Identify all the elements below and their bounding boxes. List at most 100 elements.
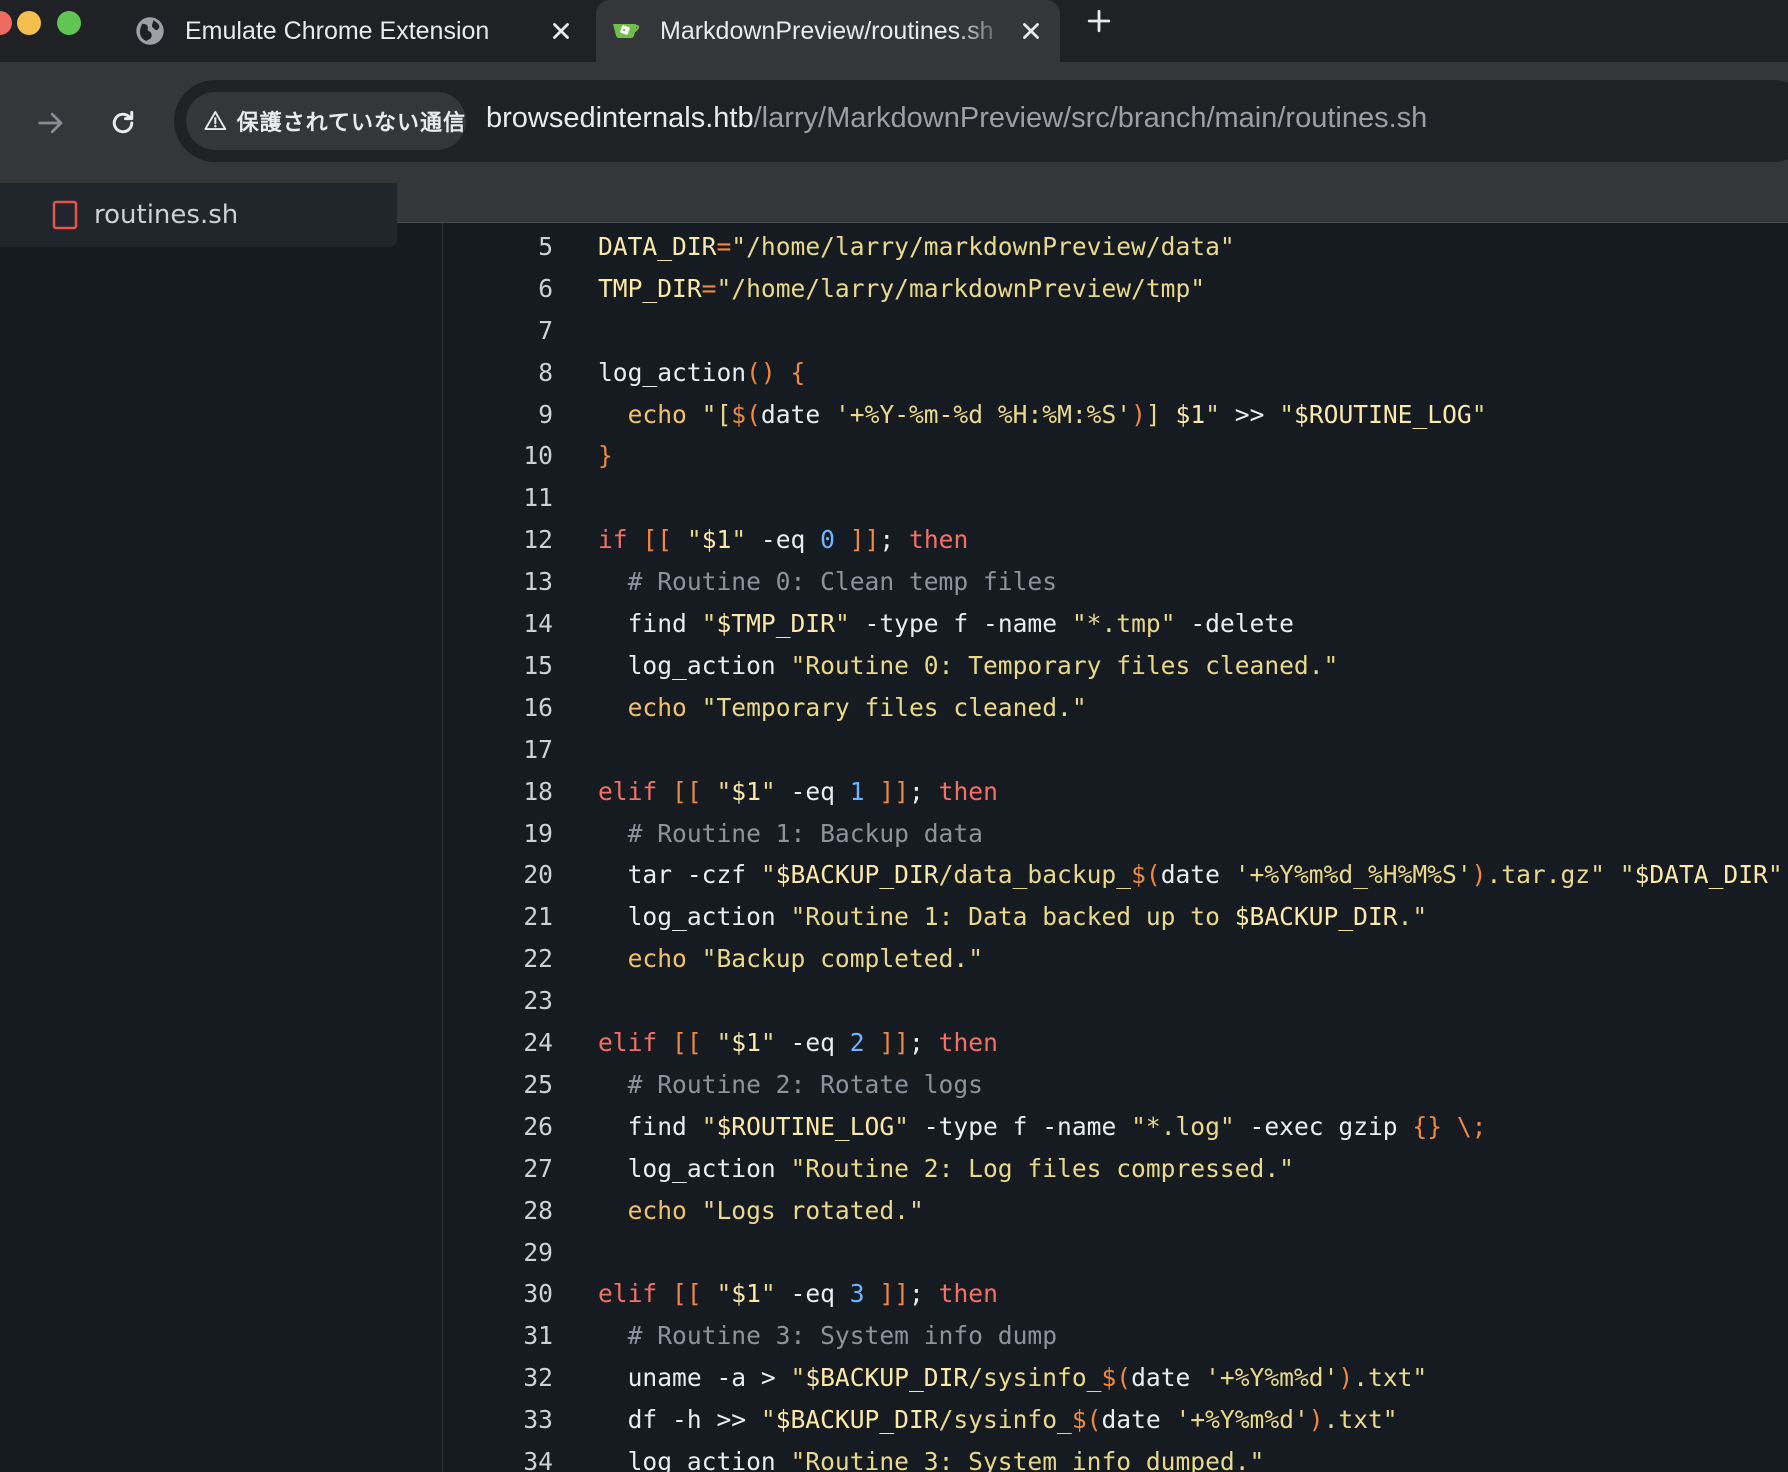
close-icon[interactable] xyxy=(548,18,574,44)
window-close-button[interactable] xyxy=(0,11,12,35)
new-tab-icon[interactable] xyxy=(1086,8,1112,34)
code-text: elif [[ "$1" -eq 3 ]]; then xyxy=(598,1274,998,1314)
code-token: ]] xyxy=(879,776,910,806)
code-token: >> xyxy=(1219,399,1280,429)
code-token: = xyxy=(716,231,732,261)
line-number[interactable]: 22 xyxy=(443,939,553,979)
line-number[interactable]: 23 xyxy=(443,981,553,1021)
line-number[interactable]: 21 xyxy=(443,897,553,937)
code-token: echo xyxy=(627,692,687,722)
line-number[interactable]: 33 xyxy=(443,1400,553,1440)
line-number[interactable]: 7 xyxy=(443,311,553,351)
address-bar[interactable]: 保護されていない通信 browsedinternals.htb/larry/Ma… xyxy=(174,80,1788,162)
url-text[interactable]: browsedinternals.htb/larry/MarkdownPrevi… xyxy=(486,102,1427,135)
tab-routines-sh[interactable]: MarkdownPreview/routines.sh xyxy=(596,0,1060,62)
window-zoom-button[interactable] xyxy=(57,11,81,35)
line-number[interactable]: 15 xyxy=(443,646,553,686)
code-token: -eq xyxy=(746,525,821,555)
code-token: then xyxy=(938,1279,998,1309)
line-number[interactable]: 14 xyxy=(443,604,553,644)
code-token: -delete xyxy=(1175,609,1294,638)
code-view: BACKUP_DIR="/home/larry/markdownPreview/… xyxy=(443,223,1788,1472)
line-number[interactable]: 18 xyxy=(443,772,553,812)
code-line: 30 elif [[ "$1" -eq 3 ]]; then xyxy=(443,1274,1788,1314)
code-text: # Routine 3: System info dump xyxy=(598,1316,1057,1356)
code-token: $BACKUP_DIR xyxy=(1234,902,1398,932)
close-icon[interactable] xyxy=(1018,18,1044,44)
line-number[interactable]: 10 xyxy=(443,436,553,476)
line-number[interactable]: 8 xyxy=(443,353,553,393)
line-number[interactable]: 25 xyxy=(443,1065,553,1105)
code-line: 16 echo "Temporary files cleaned." xyxy=(443,688,1788,728)
forward-arrow-icon[interactable] xyxy=(36,108,66,138)
line-number[interactable]: 34 xyxy=(443,1442,553,1472)
code-token: $DATA_DIR xyxy=(1634,860,1768,890)
code-text: echo "Logs rotated." xyxy=(598,1191,924,1231)
code-token: ] xyxy=(1145,399,1176,429)
line-number[interactable]: 29 xyxy=(443,1233,553,1273)
code-line: 18 elif [[ "$1" -eq 1 ]]; then xyxy=(443,772,1788,812)
code-line: 19 # Routine 1: Backup data xyxy=(443,814,1788,854)
code-line: 12 if [[ "$1" -eq 0 ]]; then xyxy=(443,520,1788,560)
code-token: $( xyxy=(1071,1405,1102,1435)
line-number[interactable]: 28 xyxy=(443,1191,553,1231)
code-token: "[ xyxy=(701,399,732,429)
line-number[interactable]: 20 xyxy=(443,855,553,895)
code-line: 13 # Routine 0: Clean temp files xyxy=(443,562,1788,602)
code-token: " xyxy=(686,525,702,555)
line-number[interactable]: 13 xyxy=(443,562,553,602)
code-text: df -h >> "$BACKUP_DIR/sysinfo_$(date '+%… xyxy=(598,1400,1398,1440)
code-token: date xyxy=(1101,1405,1161,1435)
code-token: then xyxy=(909,525,969,555)
code-token: -exec gzip xyxy=(1234,1111,1413,1141)
line-number[interactable]: 5 xyxy=(443,227,553,267)
code-token: " xyxy=(731,525,747,555)
code-line: 6 TMP_DIR="/home/larry/markdownPreview/tm… xyxy=(443,269,1788,309)
code-token: $1 xyxy=(731,776,761,806)
code-token: df -h >> xyxy=(598,1405,761,1435)
url-host: browsedinternals.htb xyxy=(486,102,754,134)
reload-icon[interactable] xyxy=(108,108,138,138)
code-token: log_action xyxy=(598,1153,791,1183)
code-line: 24 elif [[ "$1" -eq 2 ]]; then xyxy=(443,1023,1788,1063)
code-token: [[ xyxy=(672,776,702,806)
code-token: -eq xyxy=(775,1028,850,1057)
line-number[interactable]: 11 xyxy=(443,478,553,518)
line-number[interactable]: 16 xyxy=(443,688,553,728)
security-chip[interactable]: 保護されていない通信 xyxy=(186,92,466,150)
code-token: 1 xyxy=(849,776,865,806)
code-token: {} xyxy=(1412,1111,1443,1141)
code-token: tar -czf xyxy=(598,860,761,890)
line-number[interactable]: 30 xyxy=(443,1274,553,1314)
line-number[interactable]: 31 xyxy=(443,1316,553,1356)
line-number[interactable]: 6 xyxy=(443,269,553,309)
code-token: "Routine 1: Data backed up to xyxy=(790,902,1235,932)
tab-emulate-chrome-extension[interactable]: Emulate Chrome Extension xyxy=(120,0,590,62)
line-number[interactable]: 9 xyxy=(443,395,553,435)
file-tree-item-routines-sh[interactable]: routines.sh xyxy=(0,183,397,247)
code-token: $TMP_DIR xyxy=(716,609,835,638)
code-token: "Backup completed." xyxy=(701,944,983,974)
line-number[interactable]: 24 xyxy=(443,1023,553,1063)
line-number[interactable]: 19 xyxy=(443,814,553,854)
line-number[interactable]: 12 xyxy=(443,520,553,560)
code-text: find "$TMP_DIR" -type f -name "*.tmp" -d… xyxy=(598,604,1294,644)
code-token: " xyxy=(1619,860,1635,890)
tab-title: Emulate Chrome Extension xyxy=(185,16,490,45)
code-line: BACKUP_DIR="/home/larry/markdownPreview/… xyxy=(443,223,1788,225)
line-number[interactable]: 17 xyxy=(443,730,553,770)
code-token: " xyxy=(701,609,717,638)
code-token: date xyxy=(1131,1363,1191,1393)
window-minimize-button[interactable] xyxy=(17,11,41,35)
code-line: 28 echo "Logs rotated." xyxy=(443,1191,1788,1231)
line-number[interactable]: 32 xyxy=(443,1358,553,1398)
line-number[interactable]: 26 xyxy=(443,1107,553,1147)
warning-icon xyxy=(204,111,227,130)
line-number[interactable]: 27 xyxy=(443,1149,553,1189)
